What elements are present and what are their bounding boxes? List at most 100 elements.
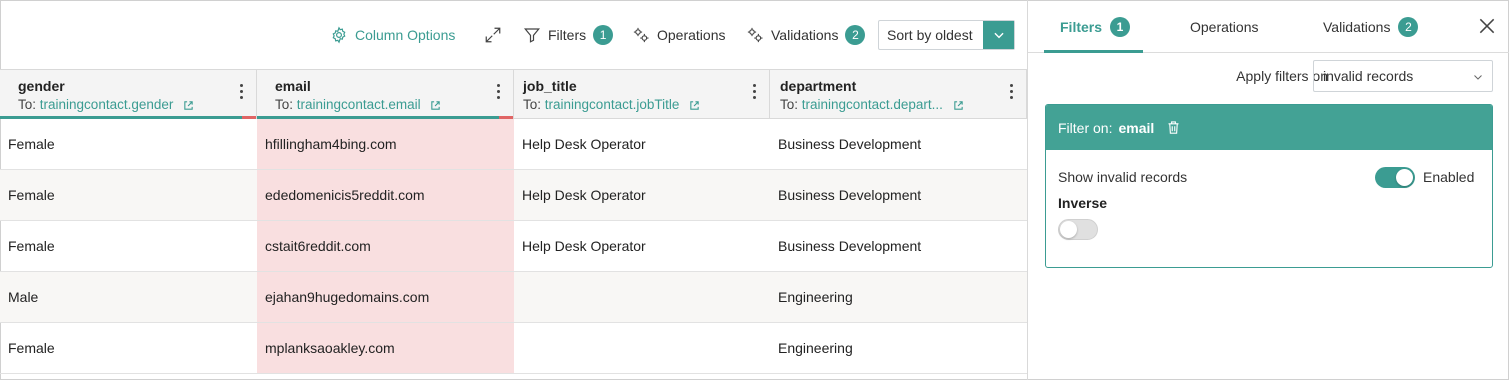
- expand-icon: [485, 27, 501, 43]
- sort-label: Sort by oldest: [887, 27, 973, 43]
- cell-email-invalid[interactable]: hfillingham4bing.com: [257, 119, 514, 169]
- filter-card-header: Filter on: email: [1046, 105, 1492, 150]
- inverse-label: Inverse: [1058, 195, 1108, 211]
- cell-email-invalid[interactable]: ededomenicis5reddit.com: [257, 170, 514, 220]
- column-name: job_title: [523, 78, 577, 94]
- chevron-down-icon: [1474, 75, 1482, 80]
- external-link-icon[interactable]: [183, 100, 194, 111]
- enabled-label: Enabled: [1423, 169, 1475, 185]
- data-grid-area: Column Options Filters 1 Operations Vali…: [0, 0, 1027, 380]
- cell-job-title[interactable]: [514, 272, 770, 322]
- mapping-target-link[interactable]: trainingcontact.gender: [40, 97, 174, 112]
- show-invalid-toggle[interactable]: [1375, 167, 1415, 188]
- filter-card: Filter on: email Show invalid records En…: [1045, 104, 1493, 268]
- operations-label: Operations: [657, 27, 726, 43]
- cell-gender[interactable]: Female: [0, 119, 257, 169]
- inverse-toggle[interactable]: [1058, 219, 1098, 240]
- close-icon[interactable]: [1477, 16, 1497, 36]
- apply-filters-value: invalid records: [1323, 68, 1414, 84]
- cell-gender[interactable]: Male: [0, 272, 257, 322]
- gears-icon: [633, 27, 649, 43]
- column-menu-icon[interactable]: [497, 84, 501, 99]
- cell-email-invalid[interactable]: ejahan9hugedomains.com: [257, 272, 514, 322]
- mapping-prefix: To:: [275, 97, 294, 112]
- cell-gender[interactable]: Female: [0, 323, 257, 373]
- column-menu-icon[interactable]: [240, 84, 244, 99]
- external-link-icon[interactable]: [953, 100, 964, 111]
- sort-dropdown-button[interactable]: [983, 21, 1014, 49]
- column-header-gender[interactable]: gender To: trainingcontact.gender: [0, 70, 257, 119]
- tab-label: Filters: [1060, 19, 1103, 35]
- filter-icon: [523, 28, 541, 43]
- column-mapping: To: trainingcontact.depart...: [780, 97, 964, 112]
- mapping-prefix: To:: [523, 97, 542, 112]
- toggle-knob: [1396, 169, 1413, 186]
- filters-button[interactable]: Filters 1: [523, 22, 614, 48]
- mapping-target-link[interactable]: trainingcontact.depart...: [802, 97, 943, 112]
- cell-job-title[interactable]: [514, 323, 770, 373]
- column-header-email[interactable]: email To: trainingcontact.email: [257, 70, 514, 119]
- column-options-label: Column Options: [355, 27, 456, 43]
- column-options-button[interactable]: Column Options: [330, 22, 455, 48]
- mapping-prefix: To:: [780, 97, 799, 112]
- mapping-target-link[interactable]: trainingcontact.email: [297, 97, 421, 112]
- cell-gender[interactable]: Female: [0, 170, 257, 220]
- sort-dropdown[interactable]: Sort by oldest: [878, 20, 1015, 50]
- tab-label: Validations: [1323, 19, 1391, 35]
- panel-tabs: Filters 1 Operations Validations 2: [1028, 0, 1509, 53]
- external-link-icon[interactable]: [430, 100, 441, 111]
- tab-count-badge: 1: [1110, 17, 1131, 37]
- filter-panel: Filters 1 Operations Validations 2 Apply…: [1027, 0, 1509, 380]
- column-menu-icon[interactable]: [753, 84, 757, 99]
- column-mapping: To: trainingcontact.gender: [18, 97, 194, 112]
- filter-title-prefix: Filter on:: [1058, 119, 1113, 136]
- data-table: gender To: trainingcontact.gender email …: [0, 69, 1027, 380]
- show-invalid-label: Show invalid records: [1058, 169, 1188, 185]
- cell-department[interactable]: Business Development: [770, 119, 1027, 169]
- toolbar: Column Options Filters 1 Operations Vali…: [0, 0, 1027, 70]
- column-name: gender: [18, 78, 65, 94]
- chevron-down-icon: [993, 32, 1004, 39]
- validations-label: Validations: [771, 27, 839, 43]
- toggle-knob: [1060, 221, 1077, 238]
- table-row[interactable]: Female cstait6reddit.com Help Desk Opera…: [0, 221, 1027, 272]
- cell-job-title[interactable]: Help Desk Operator: [514, 119, 770, 169]
- filters-count-badge: 1: [593, 25, 614, 45]
- cell-email-invalid[interactable]: cstait6reddit.com: [257, 221, 514, 271]
- cell-department[interactable]: Business Development: [770, 221, 1027, 271]
- table-row[interactable]: Female mplanksaoakley.com Engineering: [0, 323, 1027, 374]
- column-header-job-title[interactable]: job_title To: trainingcontact.jobTitle: [514, 70, 770, 119]
- tab-operations[interactable]: Operations: [1190, 16, 1258, 38]
- tab-filters[interactable]: Filters 1: [1060, 16, 1131, 38]
- cell-department[interactable]: Engineering: [770, 323, 1027, 373]
- column-name: department: [780, 78, 857, 94]
- table-row[interactable]: Female hfillingham4bing.com Help Desk Op…: [0, 119, 1027, 170]
- cell-email-invalid[interactable]: mplanksaoakley.com: [257, 323, 514, 373]
- mapping-prefix: To:: [18, 97, 37, 112]
- apply-filters-select[interactable]: invalid records: [1313, 60, 1493, 92]
- filter-field-name: email: [1118, 119, 1155, 136]
- mapping-target-link[interactable]: trainingcontact.jobTitle: [545, 97, 680, 112]
- operations-button[interactable]: Operations: [632, 22, 725, 48]
- cell-gender[interactable]: Female: [0, 221, 257, 271]
- column-header-department[interactable]: department To: trainingcontact.depart...: [770, 70, 1027, 119]
- tab-validations[interactable]: Validations 2: [1323, 16, 1419, 38]
- trash-icon[interactable]: [1166, 120, 1181, 135]
- cell-job-title[interactable]: Help Desk Operator: [514, 170, 770, 220]
- column-mapping: To: trainingcontact.jobTitle: [523, 97, 700, 112]
- column-menu-icon[interactable]: [1010, 84, 1014, 99]
- filters-label: Filters: [548, 27, 587, 43]
- gears-icon: [747, 27, 763, 43]
- table-row[interactable]: Female ededomenicis5reddit.com Help Desk…: [0, 170, 1027, 221]
- external-link-icon[interactable]: [689, 100, 700, 111]
- expand-button[interactable]: [484, 22, 502, 48]
- tab-label: Operations: [1190, 19, 1259, 35]
- validations-count-badge: 2: [845, 25, 866, 45]
- table-row[interactable]: Male ejahan9hugedomains.com Engineering: [0, 272, 1027, 323]
- gear-icon: [332, 26, 346, 44]
- active-tab-indicator: [1044, 50, 1143, 53]
- cell-department[interactable]: Business Development: [770, 170, 1027, 220]
- cell-job-title[interactable]: Help Desk Operator: [514, 221, 770, 271]
- cell-department[interactable]: Engineering: [770, 272, 1027, 322]
- validations-button[interactable]: Validations 2: [746, 22, 866, 48]
